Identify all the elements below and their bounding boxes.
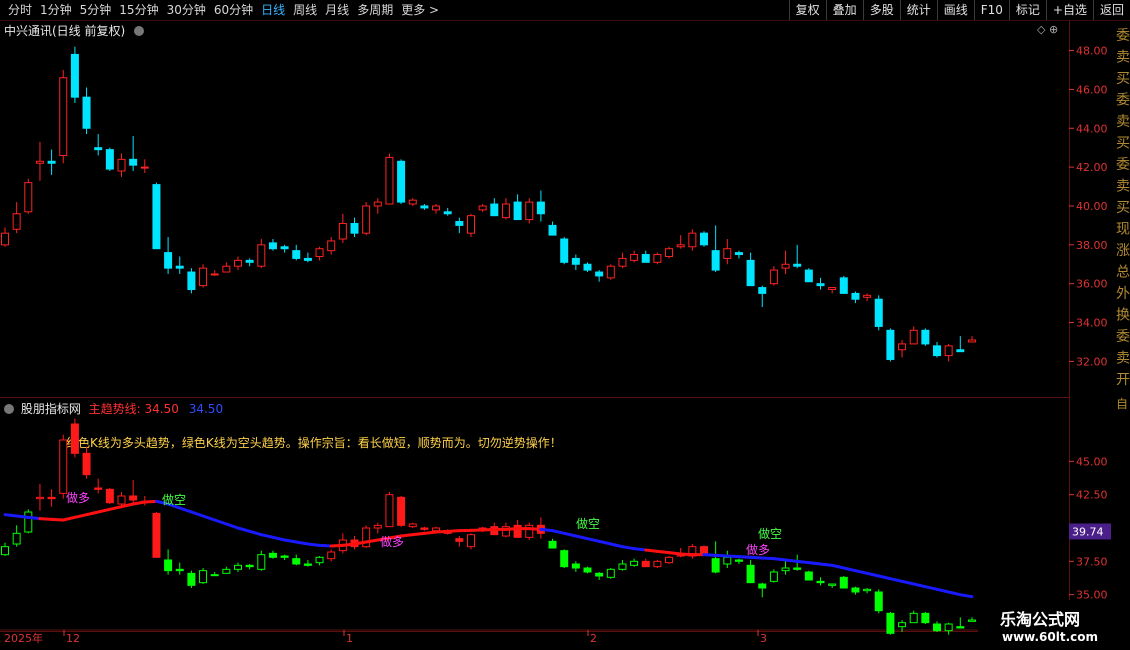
time-label-3: 2 — [590, 632, 597, 645]
side-quote-glyph-6: 委 — [1116, 157, 1130, 173]
side-quote-glyph-8: 买 — [1116, 200, 1130, 216]
side-quote-glyph-4: 卖 — [1116, 114, 1130, 130]
y-label-main-5: 38.00 — [1076, 239, 1108, 252]
current-value-text: 39.74 — [1072, 525, 1104, 538]
watermark-url: www.60lt.com — [1002, 630, 1099, 644]
side-quote-glyph-16: 开 — [1116, 372, 1130, 388]
watermark-title: 乐淘公式网 — [1000, 610, 1081, 629]
indicator-name[interactable]: 股朋指标网 — [21, 402, 81, 416]
toolbar: 分时 1分钟 5分钟 15分钟 30分钟 60分钟 日线 周线 月线 多周期 更多 > 复权 叠加 多股… — [0, 0, 1130, 21]
side-quote-glyph-14: 委 — [1116, 329, 1130, 345]
side-quote-glyph-12: 外 — [1116, 286, 1130, 302]
indicator-header: 股朋指标网 主趋势线: 34.50 34.50 — [4, 400, 223, 417]
y-label-main-1: 46.00 — [1076, 83, 1108, 96]
corner-icons: ◇ ⊕ — [1037, 23, 1059, 36]
watermark: 乐淘公式网 www.60lt.com — [978, 600, 1130, 650]
main-chart-frame — [0, 20, 1070, 398]
y-label-main-2: 44.00 — [1076, 122, 1108, 135]
side-quote-glyph-5: 买 — [1116, 136, 1130, 152]
period-tab-4[interactable]: 30分钟 — [163, 0, 210, 20]
side-quote-glyph-10: 涨 — [1116, 243, 1130, 259]
period-tab-0[interactable]: 分时 — [4, 0, 36, 20]
y-label-ind-2: 40.00 — [1076, 522, 1108, 535]
current-value-badge — [1069, 523, 1111, 540]
side-quote-glyph-3: 委 — [1116, 93, 1130, 109]
y-label-main-6: 36.00 — [1076, 278, 1108, 291]
period-tabs: 分时 1分钟 5分钟 15分钟 30分钟 60分钟 日线 周线 月线 多周期 更多 > — [4, 0, 443, 20]
period-tab-5[interactable]: 60分钟 — [210, 0, 257, 20]
toolbar-buttons: 复权 叠加 多股 统计 画线 F10 标记 +自选 返回 — [788, 0, 1130, 20]
side-indicator-glyph: 自 — [1116, 397, 1128, 411]
period-tab-7[interactable]: 周线 — [289, 0, 321, 20]
toolbar-button-1[interactable]: 叠加 — [825, 0, 863, 20]
side-quote-glyph-1: 卖 — [1116, 50, 1130, 66]
side-quote-glyph-2: 买 — [1116, 71, 1130, 87]
period-tab-2[interactable]: 5分钟 — [76, 0, 116, 20]
side-quote-glyph-13: 换 — [1116, 307, 1130, 324]
toolbar-button-3[interactable]: 统计 — [899, 0, 937, 20]
dropdown-icon[interactable] — [134, 26, 145, 36]
period-tab-9[interactable]: 多周期 — [353, 0, 397, 20]
toolbar-button-8[interactable]: 返回 — [1092, 0, 1130, 20]
indicator-frame — [0, 397, 1070, 632]
period-tab-3[interactable]: 15分钟 — [115, 0, 162, 20]
y-label-main-3: 42.00 — [1076, 161, 1108, 174]
y-label-main-4: 40.00 — [1076, 200, 1108, 213]
y-label-ind-3: 37.50 — [1076, 555, 1108, 568]
side-quote-glyph-15: 卖 — [1116, 351, 1130, 367]
toolbar-button-7[interactable]: +自选 — [1045, 0, 1093, 20]
side-quote-glyph-7: 卖 — [1116, 179, 1130, 195]
toolbar-button-5[interactable]: F10 — [973, 0, 1009, 20]
period-tab-8[interactable]: 月线 — [321, 0, 353, 20]
time-label-4: 3 — [760, 632, 767, 645]
stock-title[interactable]: 中兴通讯(日线 前复权) — [4, 22, 147, 39]
y-label-ind-1: 42.50 — [1076, 489, 1108, 502]
y-label-main-8: 32.00 — [1076, 355, 1108, 368]
toolbar-button-6[interactable]: 标记 — [1008, 0, 1046, 20]
y-label-main-0: 48.00 — [1076, 45, 1108, 58]
toolbar-button-2[interactable]: 多股 — [862, 0, 900, 20]
toolbar-button-4[interactable]: 画线 — [936, 0, 974, 20]
stock-title-text: 中兴通讯(日线 前复权) — [4, 24, 126, 38]
side-quote-glyph-9: 现 — [1116, 222, 1130, 238]
time-label-2: 1 — [346, 632, 353, 645]
main-trend-value: 主趋势线: 34.50 — [88, 402, 179, 416]
indicator-note: 红色K线为多头趋势，绿色K线为空头趋势。操作宗旨：看长做短，顺势而为。切勿逆势操… — [66, 436, 562, 450]
secondary-value: 34.50 — [188, 402, 224, 416]
toolbar-button-0[interactable]: 复权 — [788, 0, 826, 20]
period-tab-1[interactable]: 1分钟 — [36, 0, 76, 20]
y-label-ind-0: 45.00 — [1076, 455, 1108, 468]
time-label-1: 12 — [66, 632, 80, 645]
period-tab-10[interactable]: 更多 > — [397, 0, 443, 20]
side-quote-glyph-0: 委 — [1116, 28, 1130, 44]
side-quote-glyph-11: 总 — [1116, 265, 1130, 281]
time-label-0: 2025年 — [4, 631, 43, 645]
indicator-menu-icon[interactable] — [4, 404, 14, 414]
period-tab-6[interactable]: 日线 — [257, 0, 289, 20]
y-label-main-7: 34.00 — [1076, 317, 1108, 330]
